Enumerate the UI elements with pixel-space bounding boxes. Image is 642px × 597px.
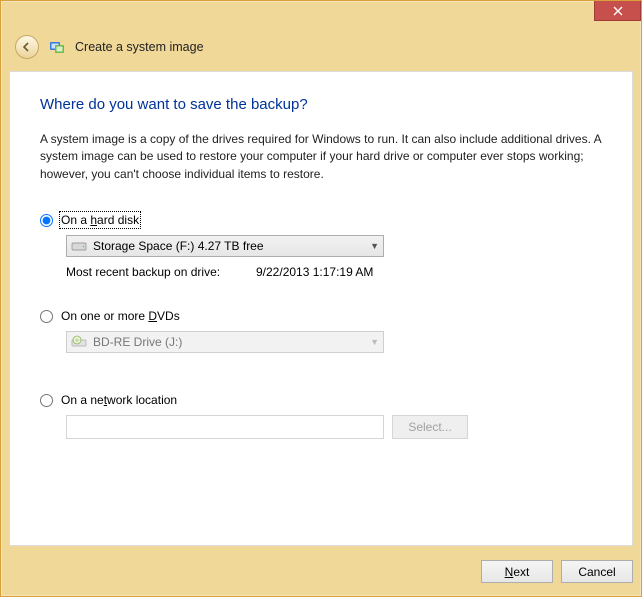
optical-drive-icon xyxy=(71,335,87,349)
radio-hard-disk-label: On a hard disk xyxy=(61,213,139,227)
radio-dvd-input[interactable] xyxy=(40,310,53,323)
select-network-button: Select... xyxy=(392,415,468,439)
option-network: On a network location Select... xyxy=(40,393,602,439)
page-description: A system image is a copy of the drives r… xyxy=(40,131,602,183)
close-icon xyxy=(613,6,623,16)
hard-disk-icon xyxy=(71,239,87,253)
cancel-button[interactable]: Cancel xyxy=(561,560,633,583)
recent-backup-value: 9/22/2013 1:17:19 AM xyxy=(256,265,373,279)
radio-dvd-label: On one or more DVDs xyxy=(61,309,180,323)
dvd-combo-text: BD-RE Drive (J:) xyxy=(93,335,182,349)
radio-network[interactable]: On a network location xyxy=(40,393,602,407)
header: Create a system image xyxy=(1,31,641,69)
wizard-window: Create a system image Where do you want … xyxy=(0,0,642,597)
footer-buttons: Next Cancel xyxy=(481,560,633,583)
dvd-combo: BD-RE Drive (J:) ▼ xyxy=(66,331,384,353)
network-path-input xyxy=(66,415,384,439)
back-button[interactable] xyxy=(15,35,39,59)
back-arrow-icon xyxy=(20,40,34,54)
radio-dvd[interactable]: On one or more DVDs xyxy=(40,309,602,323)
radio-hard-disk-input[interactable] xyxy=(40,214,53,227)
close-button[interactable] xyxy=(594,1,641,21)
option-hard-disk: On a hard disk Storage Space (F:) 4.27 T… xyxy=(40,213,602,279)
content-panel: Where do you want to save the backup? A … xyxy=(9,71,633,546)
chevron-down-icon: ▼ xyxy=(370,337,379,347)
radio-hard-disk[interactable]: On a hard disk xyxy=(40,213,602,227)
chevron-down-icon: ▼ xyxy=(370,241,379,251)
page-heading: Where do you want to save the backup? xyxy=(40,96,602,113)
option-dvd: On one or more DVDs BD-RE Drive (J:) ▼ xyxy=(40,309,602,353)
recent-backup-info: Most recent backup on drive: 9/22/2013 1… xyxy=(66,265,602,279)
hard-disk-combo-text: Storage Space (F:) 4.27 TB free xyxy=(93,239,264,253)
recent-backup-label: Most recent backup on drive: xyxy=(66,265,256,279)
system-image-icon xyxy=(49,39,65,55)
window-title: Create a system image xyxy=(75,40,204,54)
hard-disk-combo[interactable]: Storage Space (F:) 4.27 TB free ▼ xyxy=(66,235,384,257)
radio-network-input[interactable] xyxy=(40,394,53,407)
titlebar xyxy=(1,1,641,31)
radio-network-label: On a network location xyxy=(61,393,177,407)
next-button[interactable]: Next xyxy=(481,560,553,583)
